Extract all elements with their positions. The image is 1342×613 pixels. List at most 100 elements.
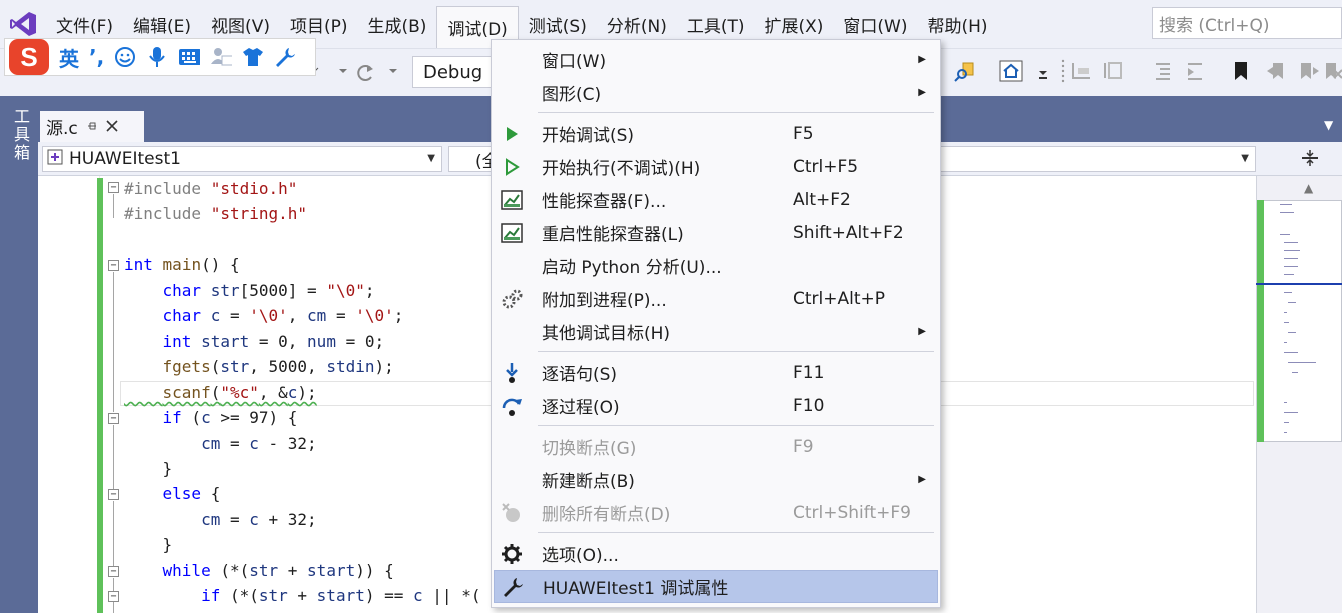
code-line[interactable]: char str[5000] = "\0"; xyxy=(124,278,375,303)
scroll-up-arrow-icon[interactable]: ▲ xyxy=(1304,181,1313,195)
code-token-ident: c xyxy=(210,306,221,325)
menu-extensions[interactable]: 扩展(X) xyxy=(755,5,834,43)
menu-item-new-breakpoint[interactable]: 新建断点(B) ▶ xyxy=(494,463,938,496)
code-line[interactable]: char c = '\0', cm = '\0'; xyxy=(124,303,404,328)
menu-item-relaunch-profiler[interactable]: 重启性能探查器(L) Shift+Alt+F2 xyxy=(494,216,938,249)
fold-toggle-icon[interactable]: − xyxy=(108,489,119,500)
map-line xyxy=(1284,312,1287,313)
close-icon[interactable] xyxy=(106,117,118,137)
menu-item-step-over[interactable]: 逐过程(O) F10 xyxy=(494,389,938,422)
menu-item-attach-to-process[interactable]: 附加到进程(P)... Ctrl+Alt+P xyxy=(494,282,938,315)
skin-shirt-icon[interactable] xyxy=(242,46,264,68)
menu-item-debug-properties[interactable]: HUAWEItest1 调试属性 xyxy=(494,570,938,603)
code-line[interactable]: else { xyxy=(124,481,221,506)
menu-item-python-profiling[interactable]: 启动 Python 分析(U)... xyxy=(494,249,938,282)
menu-item-step-into[interactable]: 逐语句(S) F11 xyxy=(494,356,938,389)
code-token-kw: int xyxy=(162,332,192,351)
search-input[interactable]: 搜索 (Ctrl+Q) xyxy=(1152,7,1342,39)
solution-configuration-combo[interactable]: Debug xyxy=(412,56,496,88)
fold-toggle-icon[interactable]: − xyxy=(108,182,119,193)
code-line[interactable]: scanf("%c", &c); xyxy=(124,380,317,405)
ime-settings-wrench-icon[interactable] xyxy=(274,46,296,68)
code-token: ( xyxy=(210,383,221,402)
redo-dropdown-icon[interactable] xyxy=(380,58,406,84)
map-line xyxy=(1284,274,1294,275)
bookmark-icon[interactable] xyxy=(1228,58,1254,84)
project-name: HUAWEItest1 xyxy=(69,149,181,169)
uncomment-icon[interactable] xyxy=(1100,58,1126,84)
indent-icon[interactable] xyxy=(1182,58,1208,84)
project-combo[interactable]: HUAWEItest1 ▼ xyxy=(42,146,442,172)
find-in-files-icon[interactable] xyxy=(952,58,978,84)
code-line[interactable]: cm = c - 32; xyxy=(124,431,317,456)
menu-item-performance-profiler[interactable]: 性能探查器(F)... Alt+F2 xyxy=(494,183,938,216)
toolbox-tab[interactable]: 工具箱 xyxy=(4,108,32,162)
code-line[interactable]: cm = c + 32; xyxy=(124,507,317,532)
code-line[interactable]: #include "stdio.h" xyxy=(124,176,297,201)
code-line[interactable]: int main() { xyxy=(124,252,240,277)
clear-bookmarks-icon[interactable] xyxy=(1320,58,1342,84)
previous-bookmark-icon[interactable] xyxy=(1264,58,1290,84)
menu-tools[interactable]: 工具(T) xyxy=(677,5,755,43)
menu-item-label: 删除所有断点(D) xyxy=(542,505,671,525)
fold-toggle-icon[interactable]: − xyxy=(108,413,119,424)
menu-help[interactable]: 帮助(H) xyxy=(918,5,998,43)
document-tab[interactable]: 源.c xyxy=(40,111,144,142)
menu-analyze[interactable]: 分析(N) xyxy=(597,5,677,43)
map-line xyxy=(1284,322,1289,323)
menu-item-label: 窗口(W) xyxy=(542,52,607,72)
menu-build[interactable]: 生成(B) xyxy=(358,5,437,43)
ime-punctuation-toggle[interactable]: ’, xyxy=(89,45,104,69)
fold-toggle-icon[interactable]: − xyxy=(108,566,119,577)
redo-icon[interactable] xyxy=(352,58,378,84)
code-token-kw: if xyxy=(162,408,182,427)
keyboard-icon[interactable] xyxy=(178,46,201,68)
code-line[interactable]: #include "string.h" xyxy=(124,201,307,226)
menu-window[interactable]: 窗口(W) xyxy=(833,5,917,43)
code-token: ) == xyxy=(364,586,414,605)
code-token-str: "stdio.h" xyxy=(210,179,298,198)
code-line[interactable]: if (*(str + start) == c || *( xyxy=(124,583,480,608)
step-over-icon xyxy=(500,394,524,418)
code-token: } xyxy=(124,459,173,478)
ime-mode-toggle[interactable]: 英 xyxy=(59,43,79,72)
code-line[interactable]: int start = 0, num = 0; xyxy=(124,329,385,354)
map-line xyxy=(1284,352,1298,353)
emoji-icon[interactable] xyxy=(114,46,136,68)
outdent-icon[interactable] xyxy=(1150,58,1176,84)
menu-item-start-debugging[interactable]: 开始调试(S) F5 xyxy=(494,117,938,150)
project-icon xyxy=(47,149,63,170)
microphone-icon[interactable] xyxy=(146,46,168,68)
ime-logo-icon[interactable]: S xyxy=(9,39,49,75)
menu-test[interactable]: 测试(S) xyxy=(519,5,597,43)
comment-icon[interactable] xyxy=(1068,58,1094,84)
user-card-icon[interactable] xyxy=(210,46,233,68)
code-token-kw: while xyxy=(162,561,211,580)
next-bookmark-icon[interactable] xyxy=(1296,58,1322,84)
menu-item-start-without-debugging[interactable]: 开始执行(不调试)(H) Ctrl+F5 xyxy=(494,150,938,183)
code-line[interactable]: } xyxy=(124,456,173,481)
split-window-icon[interactable] xyxy=(1300,148,1320,173)
code-token: + xyxy=(287,586,317,605)
code-line[interactable]: if (c >= 97) { xyxy=(124,405,298,430)
code-token: - 32; xyxy=(258,434,317,453)
pin-icon[interactable] xyxy=(86,117,98,137)
scrollbar-thumb[interactable] xyxy=(1258,200,1342,442)
code-line[interactable]: fgets(str, 5000, stdin); xyxy=(124,354,394,379)
menu-item-windows[interactable]: 窗口(W) ▶ xyxy=(494,43,938,76)
fold-toggle-icon[interactable]: − xyxy=(108,260,119,271)
menu-item-graphics[interactable]: 图形(C) ▶ xyxy=(494,76,938,109)
tab-list-dropdown-icon[interactable]: ▼ xyxy=(1324,118,1333,132)
code-line[interactable]: } xyxy=(124,532,173,557)
code-token: [5000] = xyxy=(239,281,327,300)
code-token: = xyxy=(220,434,250,453)
fold-toggle-icon[interactable]: − xyxy=(108,591,119,602)
code-line[interactable]: while (*(str + start)) { xyxy=(124,558,394,583)
code-token-pp: #include xyxy=(124,179,211,198)
home-icon[interactable] xyxy=(998,58,1024,84)
menu-item-other-debug-targets[interactable]: 其他调试目标(H) ▶ xyxy=(494,315,938,348)
menu-item-options[interactable]: 选项(O)... xyxy=(494,537,938,570)
